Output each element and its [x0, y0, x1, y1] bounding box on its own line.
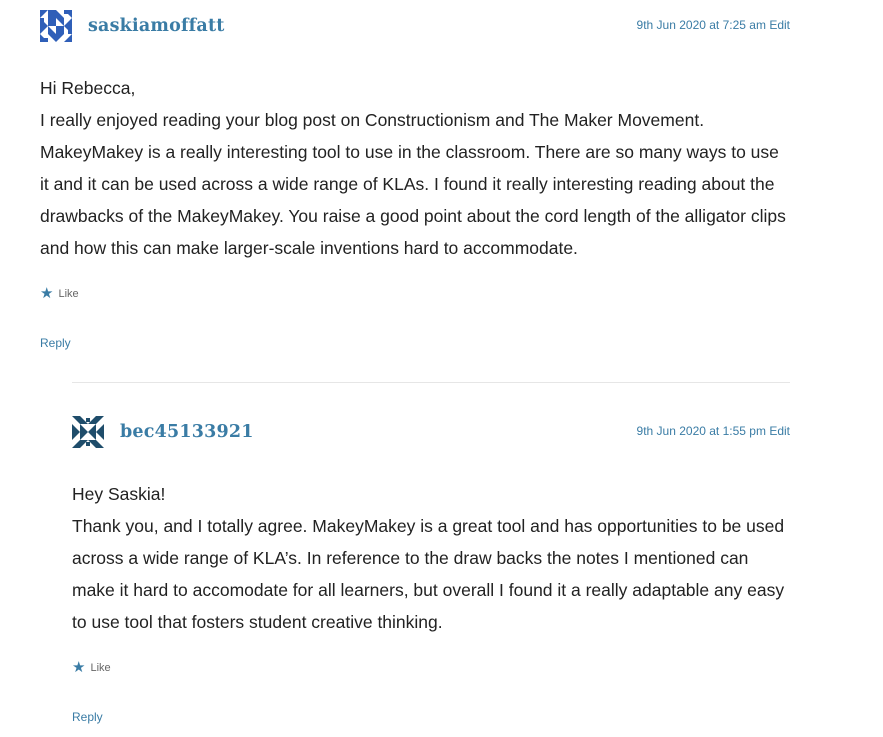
star-icon: ★	[72, 659, 86, 676]
comment-author[interactable]: bec45133921	[120, 422, 254, 442]
comment-text: Thank you, and I totally agree. MakeyMak…	[72, 516, 785, 632]
comment-body: Hey Saskia! Thank you, and I totally agr…	[72, 478, 790, 638]
like-label: Like	[58, 288, 79, 300]
edit-link[interactable]: Edit	[769, 424, 790, 438]
comment-header: bec45133921 9th Jun 2020 at 1:55 pm Edit	[72, 416, 790, 448]
comment-greeting: Hi Rebecca,	[40, 78, 136, 98]
reply-link[interactable]: Reply	[40, 336, 71, 350]
comment-greeting: Hey Saskia!	[72, 484, 166, 504]
comment-saskiamoffatt: saskiamoffatt 9th Jun 2020 at 7:25 am Ed…	[40, 10, 790, 352]
comment-author[interactable]: saskiamoffatt	[88, 16, 225, 36]
comment-meta: 9th Jun 2020 at 7:25 am Edit	[637, 18, 790, 32]
like-button[interactable]: ★ Like	[40, 286, 790, 302]
comment-date-link[interactable]: 9th Jun 2020 at 7:25 am	[637, 18, 766, 32]
like-label: Like	[90, 662, 111, 674]
reply-link[interactable]: Reply	[72, 710, 103, 724]
comment-header: saskiamoffatt 9th Jun 2020 at 7:25 am Ed…	[40, 10, 790, 42]
star-icon: ★	[40, 285, 54, 302]
edit-link[interactable]: Edit	[769, 18, 790, 32]
like-button[interactable]: ★ Like	[72, 660, 790, 676]
avatar-identicon-icon[interactable]	[72, 416, 104, 448]
avatar-identicon-icon[interactable]	[40, 10, 72, 42]
comment-text: I really enjoyed reading your blog post …	[40, 110, 786, 258]
comment-meta: 9th Jun 2020 at 1:55 pm Edit	[637, 424, 790, 438]
comment-date-link[interactable]: 9th Jun 2020 at 1:55 pm	[637, 424, 766, 438]
comment-body: Hi Rebecca, I really enjoyed reading you…	[40, 72, 790, 264]
comment-bec45133921: bec45133921 9th Jun 2020 at 1:55 pm Edit…	[72, 382, 790, 726]
